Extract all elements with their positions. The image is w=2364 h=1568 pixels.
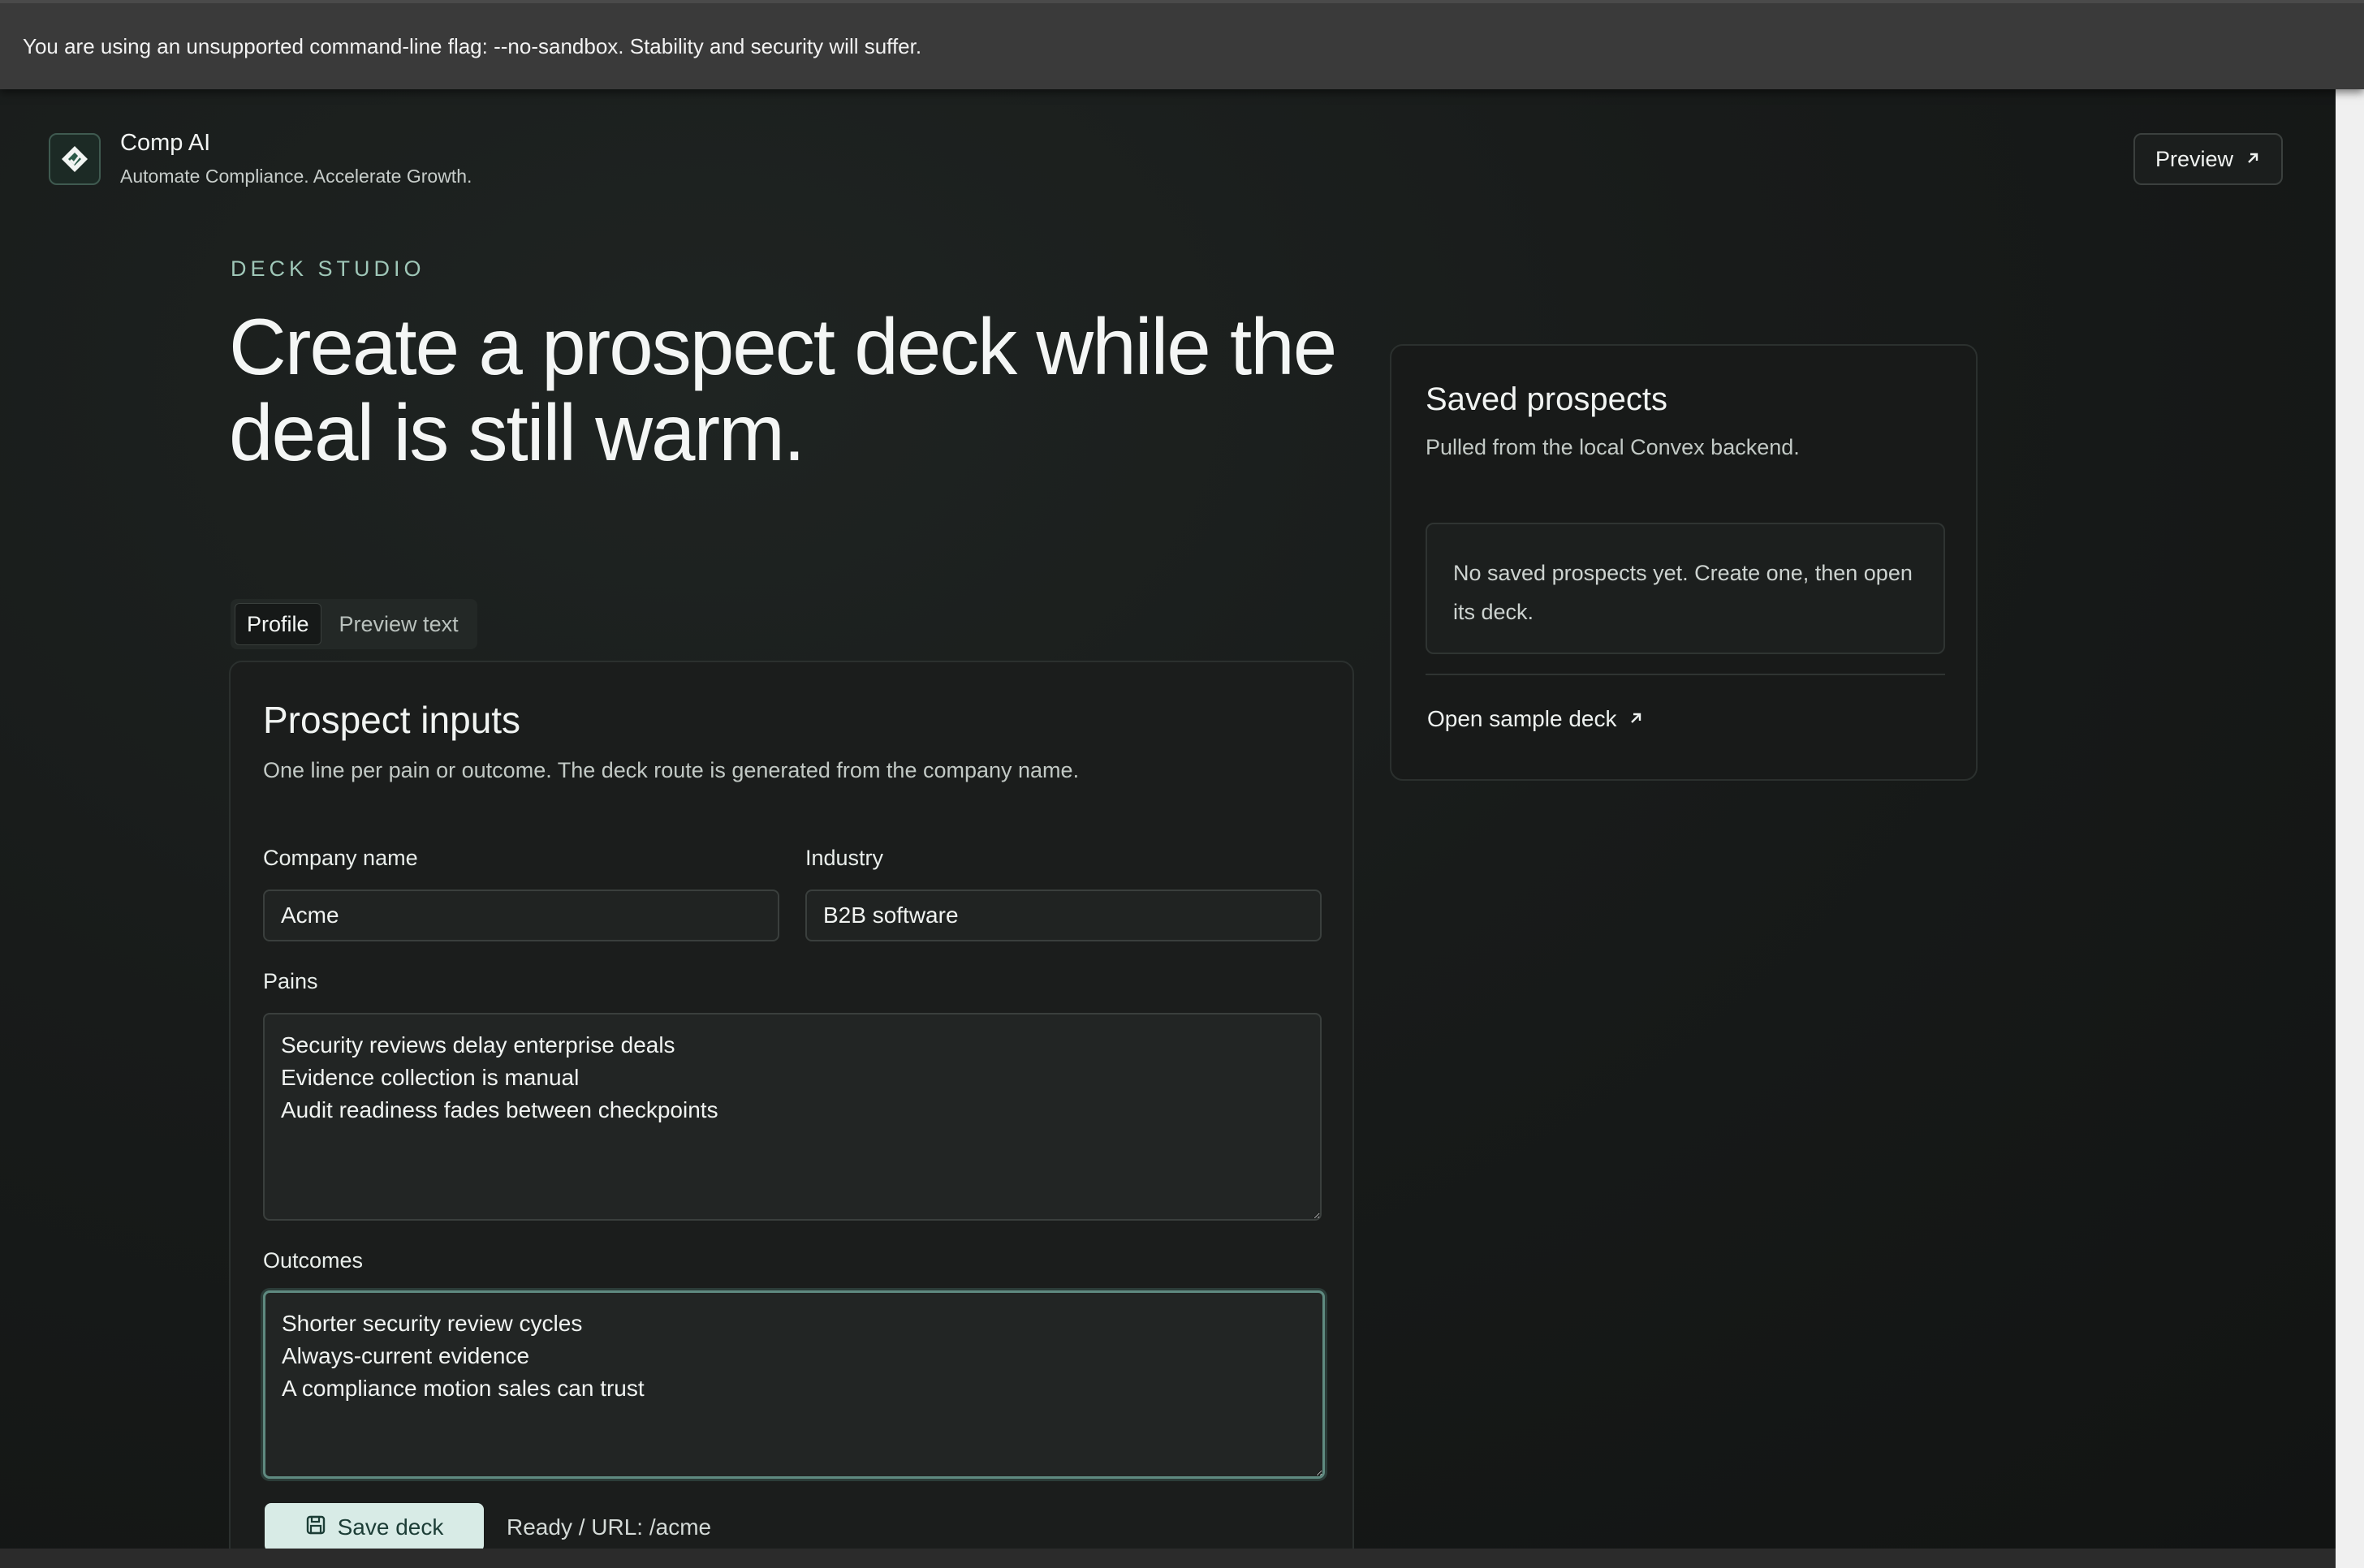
page-scrollbar[interactable] (2336, 89, 2364, 1568)
save-icon (305, 1514, 326, 1541)
pains-label: Pains (263, 969, 318, 993)
card-title: Prospect inputs (263, 699, 521, 741)
view-tabs: Profile Preview text (231, 599, 477, 649)
page-viewport: Comp AI Automate Compliance. Accelerate … (0, 89, 2336, 1549)
prospect-inputs-card: Prospect inputs One line per pain or out… (229, 661, 1354, 1549)
unsupported-flag-infobar: You are using an unsupported command-lin… (0, 0, 2364, 89)
outcomes-label: Outcomes (263, 1248, 364, 1273)
brand-tagline: Automate Compliance. Accelerate Growth. (120, 166, 472, 187)
preview-button-label: Preview (2155, 146, 2234, 171)
tab-preview-text[interactable]: Preview text (328, 603, 470, 645)
preview-button[interactable]: Preview (2133, 133, 2283, 185)
saved-prospects-subtitle: Pulled from the local Convex backend. (1426, 435, 1800, 459)
arrow-up-right-icon (2245, 147, 2261, 172)
empty-state-message: No saved prospects yet. Create one, then… (1426, 523, 1945, 654)
company-name-input[interactable] (263, 890, 779, 941)
arrow-up-right-icon (1628, 706, 1644, 732)
page-headline: Create a prospect deck while the deal is… (229, 302, 1337, 477)
comp-ai-logo-icon[interactable] (49, 133, 101, 185)
section-eyebrow: DECK STUDIO (231, 256, 425, 281)
saved-prospects-title: Saved prospects (1426, 381, 1667, 417)
company-name-label: Company name (263, 846, 418, 870)
tab-profile[interactable]: Profile (235, 603, 321, 645)
industry-label: Industry (805, 846, 884, 870)
open-sample-deck-link[interactable]: Open sample deck (1427, 706, 1644, 732)
window-bottom-edge (0, 1549, 2336, 1568)
infobar-message: You are using an unsupported command-lin… (23, 33, 922, 58)
save-deck-label: Save deck (337, 1514, 444, 1540)
save-deck-button[interactable]: Save deck (265, 1503, 484, 1549)
pains-textarea[interactable]: Security reviews delay enterprise deals … (263, 1013, 1322, 1221)
brand-name: Comp AI (120, 130, 211, 156)
industry-input[interactable] (805, 890, 1322, 941)
outcomes-textarea[interactable]: Shorter security review cycles Always-cu… (263, 1290, 1325, 1479)
saved-prospects-panel: Saved prospects Pulled from the local Co… (1390, 344, 1978, 781)
panel-divider (1426, 674, 1945, 675)
open-sample-deck-label: Open sample deck (1427, 706, 1617, 731)
deck-status-text: Ready / URL: /acme (507, 1514, 712, 1540)
card-subtitle: One line per pain or outcome. The deck r… (263, 758, 1080, 782)
